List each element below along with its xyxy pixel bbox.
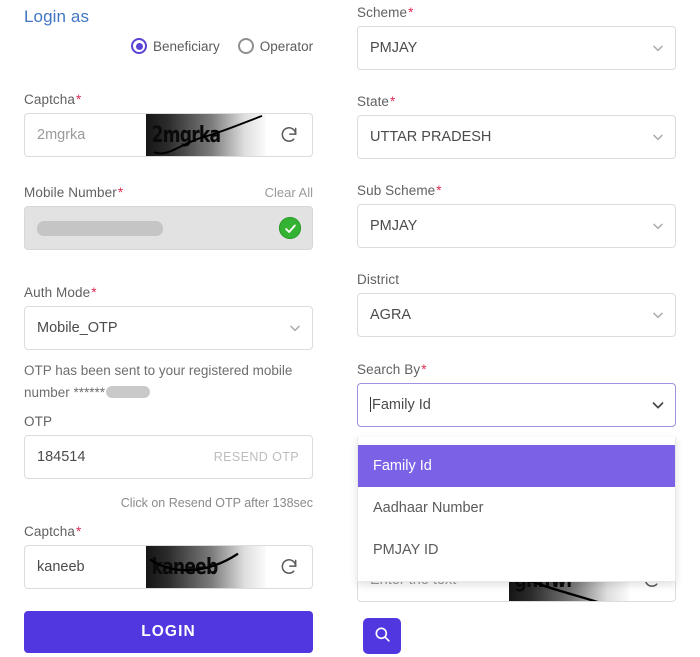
otp-sent-note-text: OTP has been sent to your registered mob… (24, 363, 293, 400)
captcha-top-label: Captcha* (24, 92, 82, 107)
chevron-down-icon[interactable] (641, 218, 675, 234)
auth-mode-select[interactable]: Mobile_OTP (24, 306, 313, 350)
search-by-option-aadhaar-number[interactable]: Aadhaar Number (358, 487, 675, 529)
captcha-bottom-control: kaneeb kaneeb (24, 545, 313, 589)
mobile-number-control (24, 206, 313, 250)
captcha-bottom-squiggle (149, 552, 239, 572)
chevron-down-icon[interactable] (641, 129, 675, 145)
captcha-top-control: 2mgrka 2mgrka (24, 113, 313, 157)
captcha-bottom-input[interactable]: kaneeb (25, 546, 146, 588)
scheme-field: Scheme* PMJAY (357, 5, 676, 70)
mobile-number-field: Mobile Number* Clear All (24, 185, 313, 250)
chevron-down-icon[interactable] (641, 396, 675, 414)
otp-field: OTP 184514 RESEND OTP (24, 414, 313, 479)
otp-control: 184514 RESEND OTP (24, 435, 313, 479)
scheme-value: PMJAY (370, 40, 418, 56)
state-field: State* UTTAR PRADESH (357, 94, 676, 159)
sub-scheme-select[interactable]: PMJAY (357, 204, 676, 248)
captcha-bottom-field: Captcha* kaneeb kaneeb (24, 524, 313, 589)
scheme-label: Scheme* (357, 5, 414, 20)
resend-hint: Click on Resend OTP after 138sec (120, 496, 313, 510)
district-value: AGRA (370, 307, 412, 323)
auth-mode-field: Auth Mode* Mobile_OTP (24, 285, 313, 350)
search-by-value: Family Id (358, 397, 641, 413)
captcha-top-squiggle (153, 115, 263, 155)
scheme-select[interactable]: PMJAY (357, 26, 676, 70)
resend-otp-button[interactable]: RESEND OTP (214, 450, 312, 464)
radio-beneficiary-label: Beneficiary (153, 38, 220, 54)
chevron-down-icon[interactable] (641, 307, 675, 323)
state-label: State* (357, 94, 396, 109)
otp-input[interactable]: 184514 (25, 449, 214, 465)
clear-all-button[interactable]: Clear All (265, 185, 313, 200)
radio-operator[interactable]: Operator (237, 38, 314, 54)
login-page: Login as Beneficiary Operator Captcha* 2… (0, 0, 700, 657)
search-by-field: Search By* Family Id (357, 362, 676, 427)
state-value: UTTAR PRADESH (370, 129, 492, 145)
radio-operator-dot[interactable] (237, 38, 254, 54)
captcha-top-input[interactable]: 2mgrka (25, 114, 146, 156)
sub-scheme-label: Sub Scheme* (357, 183, 442, 198)
search-by-option-pmjay-id[interactable]: PMJAY ID (358, 529, 675, 571)
state-select[interactable]: UTTAR PRADESH (357, 115, 676, 159)
radio-beneficiary-dot[interactable] (131, 38, 147, 54)
login-as-radio-group: Beneficiary Operator (131, 38, 313, 54)
auth-mode-value: Mobile_OTP (37, 320, 118, 336)
captcha-bottom-image: kaneeb (146, 546, 266, 588)
radio-beneficiary[interactable]: Beneficiary (131, 38, 220, 54)
captcha-top-refresh-icon[interactable] (266, 114, 312, 156)
chevron-down-icon[interactable] (278, 320, 312, 336)
mobile-number-redacted-value (37, 220, 163, 236)
check-circle-icon (279, 217, 301, 239)
captcha-top-field: Captcha* 2mgrka 2mgrka (24, 92, 313, 157)
auth-mode-label: Auth Mode* (24, 285, 97, 300)
sub-scheme-value: PMJAY (370, 218, 418, 234)
search-icon (373, 625, 392, 647)
search-by-option-family-id[interactable]: Family Id (358, 445, 675, 487)
sub-scheme-field: Sub Scheme* PMJAY (357, 183, 676, 248)
district-field: District AGRA (357, 272, 676, 337)
captcha-bottom-label: Captcha* (24, 524, 82, 539)
search-by-select[interactable]: Family Id (357, 383, 676, 427)
captcha-top-image: 2mgrka (146, 114, 266, 156)
radio-operator-label: Operator (259, 38, 314, 54)
search-by-dropdown: Family Id Aadhaar Number PMJAY ID (357, 437, 676, 582)
otp-note-redacted-digits (106, 386, 151, 398)
search-by-label: Search By* (357, 362, 427, 377)
page-title: Login as (24, 7, 90, 26)
captcha-bottom-refresh-icon[interactable] (266, 546, 312, 588)
chevron-down-icon[interactable] (641, 40, 675, 56)
district-label: District (357, 272, 400, 287)
otp-label: OTP (24, 414, 53, 429)
district-select[interactable]: AGRA (357, 293, 676, 337)
login-button[interactable]: LOGIN (24, 611, 313, 653)
otp-sent-note: OTP has been sent to your registered mob… (24, 360, 314, 404)
search-button[interactable] (363, 618, 401, 654)
